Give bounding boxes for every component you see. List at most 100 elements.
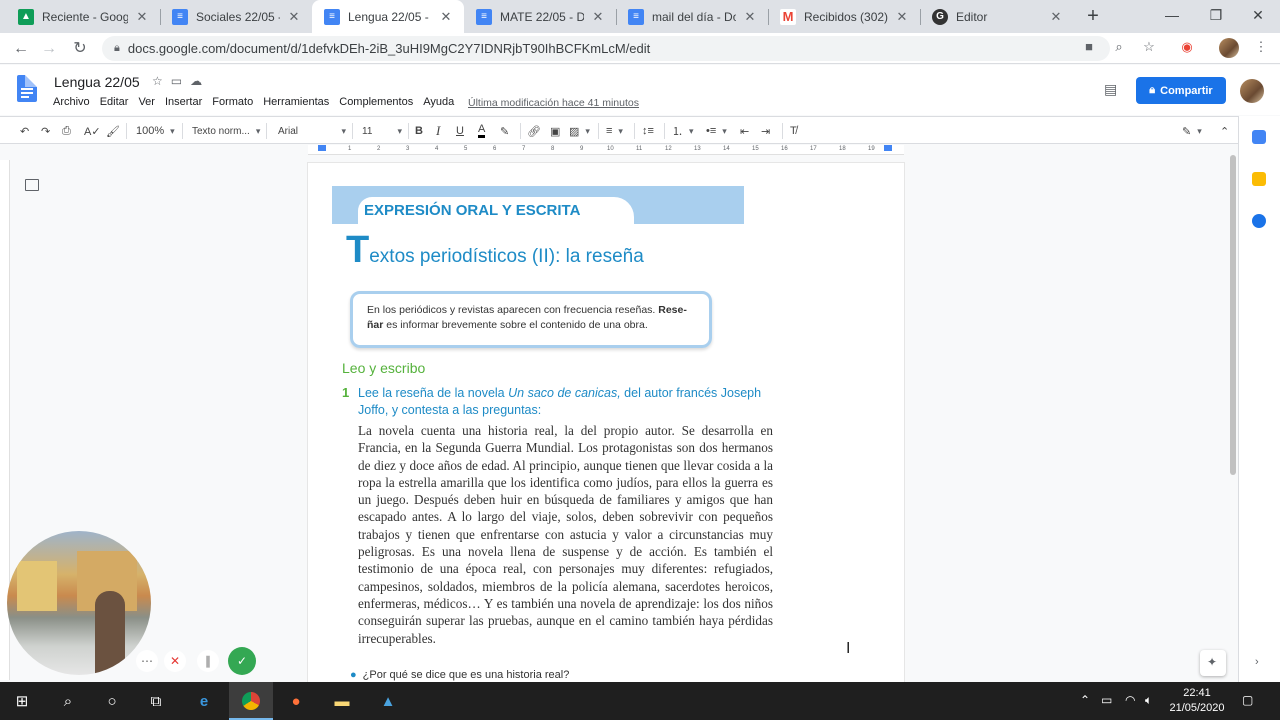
close-tab-icon[interactable]: ✕ — [134, 9, 150, 25]
url-input[interactable]: 🔒︎ docs.google.com/document/d/1defvkDEh-… — [102, 36, 1110, 61]
undo-icon[interactable]: ↶ — [20, 122, 29, 140]
tab-mail-del-dia[interactable]: ≡ mail del día - Doc ✕ — [616, 0, 768, 33]
menu-archivo[interactable]: Archivo — [53, 96, 90, 108]
tab-mate[interactable]: ≡ MATE 22/05 - Doc ✕ — [464, 0, 616, 33]
wifi-icon[interactable]: ◠ — [1125, 693, 1135, 707]
menu-insertar[interactable]: Insertar — [165, 96, 202, 108]
menu-ayuda[interactable]: Ayuda — [423, 96, 454, 108]
zoom-select[interactable]: 100% — [136, 122, 175, 140]
restore-icon[interactable]: ❐ — [1194, 0, 1238, 30]
zoom-icon[interactable]: ⌕ — [1110, 39, 1128, 55]
system-clock[interactable]: 22:41 21/05/2020 — [1164, 686, 1230, 716]
camera-icon[interactable]: ■ — [1080, 39, 1098, 54]
profile-avatar[interactable] — [1219, 38, 1239, 58]
close-tab-icon[interactable]: ✕ — [742, 9, 758, 25]
right-indent-marker[interactable] — [884, 145, 892, 151]
line-spacing-icon[interactable]: ↕≡ — [642, 122, 654, 140]
align-icon[interactable]: ≡ — [606, 122, 623, 140]
italic-icon[interactable]: I — [436, 122, 440, 140]
highlight-icon[interactable]: ✎ — [500, 122, 509, 140]
menu-herramientas[interactable]: Herramientas — [263, 96, 329, 108]
more-menu-icon[interactable]: ⋮ — [1252, 39, 1270, 55]
menu-editar[interactable]: Editar — [100, 96, 129, 108]
print-icon[interactable]: ⎙ — [62, 122, 71, 140]
windows-start-icon[interactable]: ⊞ — [12, 691, 32, 711]
edge-icon[interactable]: e — [194, 691, 214, 711]
bulleted-list-icon[interactable]: •≡ — [706, 122, 727, 140]
tab-sociales[interactable]: ≡ Sociales 22/05 - D ✕ — [160, 0, 312, 33]
close-tab-icon[interactable]: ✕ — [894, 9, 910, 25]
document-page[interactable]: EXPRESIÓN ORAL Y ESCRITA Textos periodís… — [308, 163, 904, 682]
add-comment-icon[interactable]: ▣ — [550, 122, 560, 140]
vertical-scrollbar[interactable] — [1230, 155, 1236, 475]
tab-lengua[interactable]: ≡ Lengua 22/05 - Do ✕ — [312, 0, 464, 33]
insert-image-icon[interactable]: ▨ — [569, 122, 590, 140]
star-icon[interactable]: ☆ — [152, 74, 163, 88]
text-color-icon[interactable]: A — [478, 122, 486, 138]
paint-format-icon[interactable]: 🖌︎ — [106, 122, 120, 140]
left-indent-marker[interactable] — [318, 145, 326, 151]
chrome-icon[interactable] — [241, 691, 261, 711]
tray-expand-icon[interactable]: ⌃ — [1080, 693, 1090, 707]
bookmark-star-icon[interactable]: ☆ — [1140, 39, 1158, 55]
decrease-indent-icon[interactable]: ⇤ — [740, 122, 749, 140]
bold-icon[interactable]: B — [415, 122, 423, 140]
file-explorer-icon[interactable]: ▬ — [332, 691, 352, 711]
keep-icon[interactable] — [1252, 172, 1266, 186]
account-avatar[interactable] — [1240, 79, 1264, 103]
document-outline-icon[interactable] — [25, 179, 39, 191]
document-title[interactable]: Lengua 22/05 — [54, 74, 140, 90]
back-icon[interactable]: ← — [10, 38, 32, 60]
recorder-pause-icon[interactable]: ∥ — [197, 650, 219, 672]
last-edit-link[interactable]: Última modificación hace 41 minutos — [468, 97, 639, 109]
tasks-icon[interactable] — [1252, 214, 1266, 228]
close-tab-icon[interactable]: ✕ — [590, 9, 606, 25]
reload-icon[interactable]: ↻ — [69, 38, 91, 60]
share-button[interactable]: 🔒︎ Compartir — [1136, 77, 1226, 104]
close-window-icon[interactable]: ✕ — [1236, 0, 1280, 30]
horizontal-ruler[interactable]: 1 2 3 4 5 6 7 8 9 10 11 12 13 14 15 16 1… — [308, 145, 904, 155]
clear-formatting-icon[interactable]: T̸ — [790, 122, 797, 140]
notifications-icon[interactable]: ▢ — [1242, 693, 1253, 707]
menu-ver[interactable]: Ver — [138, 96, 155, 108]
calendar-icon[interactable] — [1252, 130, 1266, 144]
font-select[interactable]: Arial — [278, 122, 346, 140]
volume-icon[interactable]: 🔈︎ — [1145, 693, 1152, 708]
task-view-icon[interactable]: ⧉ — [146, 691, 166, 711]
style-select[interactable]: Texto norm... — [192, 122, 260, 140]
numbered-list-icon[interactable]: ⒈ — [672, 122, 694, 140]
minimize-icon[interactable]: — — [1150, 0, 1194, 30]
redo-icon[interactable]: ↷ — [41, 122, 50, 140]
explore-button[interactable]: ✦ — [1200, 650, 1226, 676]
increase-indent-icon[interactable]: ⇥ — [761, 122, 770, 140]
recorder-finish-icon[interactable]: ✓ — [228, 647, 256, 675]
close-tab-icon[interactable]: ✕ — [1048, 9, 1064, 25]
comment-history-icon[interactable]: ▤ — [1104, 81, 1117, 98]
recorder-cancel-icon[interactable]: ✕ — [164, 650, 186, 672]
font-size-select[interactable]: 11 — [362, 122, 402, 140]
forward-icon[interactable]: → — [38, 38, 60, 60]
recorder-more-icon[interactable]: ⋯ — [136, 650, 158, 672]
close-tab-icon[interactable]: ✕ — [438, 9, 454, 25]
tab-reciente[interactable]: ▲ Reciente - Google ✕ — [6, 0, 160, 33]
cortana-icon[interactable]: ○ — [102, 691, 122, 711]
search-icon[interactable]: ⌕ — [58, 691, 78, 711]
close-tab-icon[interactable]: ✕ — [286, 9, 302, 25]
spellcheck-icon[interactable]: A✓ — [84, 122, 101, 140]
link-icon[interactable]: 🔗︎ — [527, 122, 541, 140]
menu-formato[interactable]: Formato — [212, 96, 253, 108]
battery-icon[interactable]: ▭ — [1101, 693, 1112, 707]
extension-icon[interactable]: ◉ — [1178, 39, 1196, 55]
collapse-menu-icon[interactable]: ⌃ — [1220, 122, 1229, 140]
menu-complementos[interactable]: Complementos — [339, 96, 413, 108]
underline-icon[interactable]: U — [456, 122, 464, 140]
new-tab-button[interactable]: + — [1082, 5, 1104, 27]
move-folder-icon[interactable]: ▭ — [171, 74, 182, 88]
firefox-icon[interactable]: ● — [286, 691, 306, 711]
editing-mode-icon[interactable]: ✎ — [1182, 122, 1202, 140]
docs-logo-icon[interactable] — [17, 75, 37, 102]
tab-recibidos[interactable]: M Recibidos (302) - s ✕ — [768, 0, 920, 33]
tab-editor[interactable]: G Editor ✕ — [920, 0, 1074, 33]
photos-app-icon[interactable]: ▲ — [378, 691, 398, 711]
expand-panel-icon[interactable]: › — [1255, 656, 1259, 668]
